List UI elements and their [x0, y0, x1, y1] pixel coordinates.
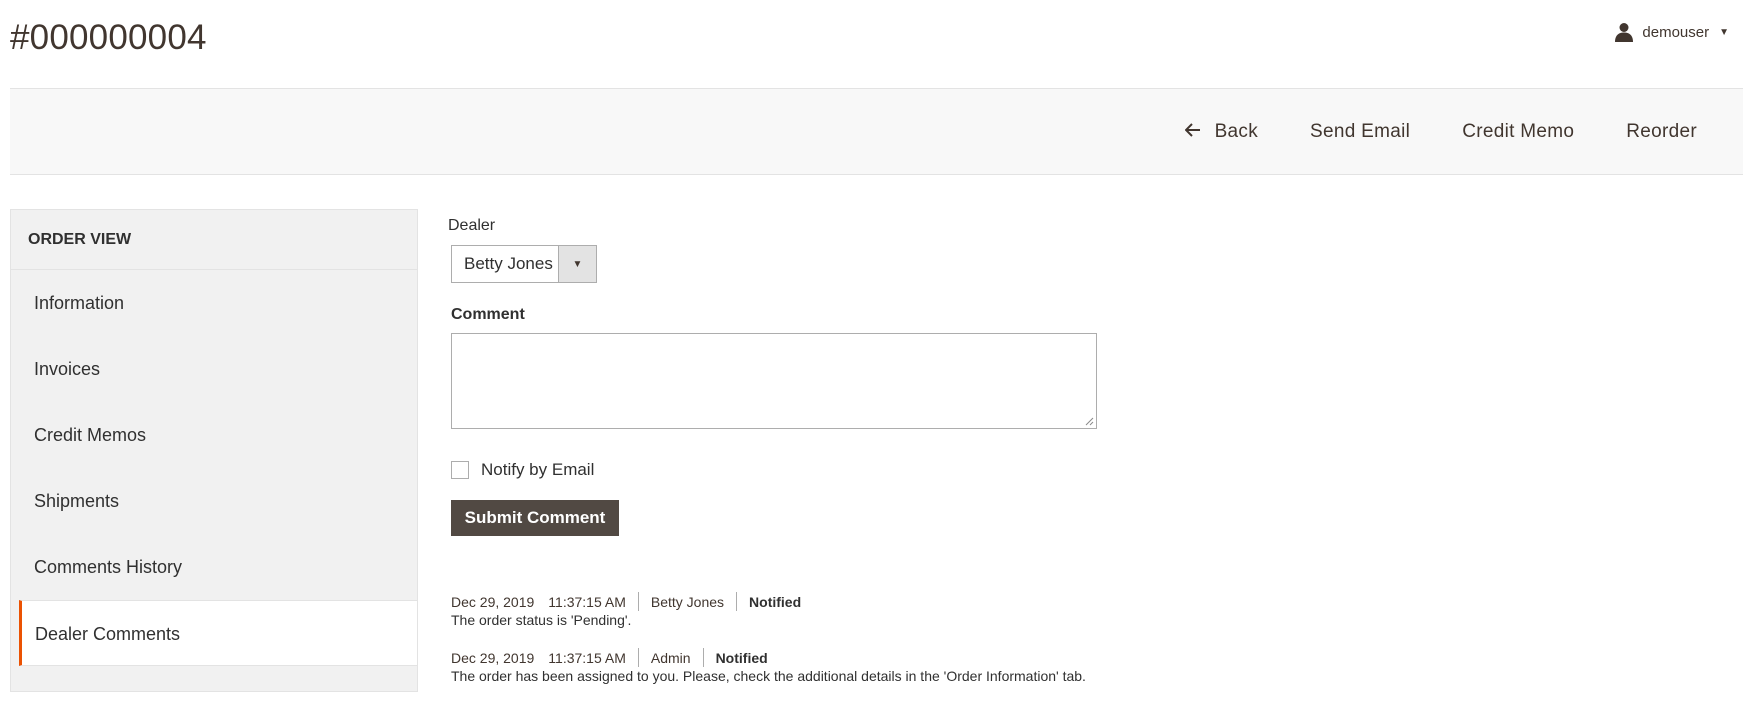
page-actions-bar: Back Send Email Credit Memo Reorder: [10, 88, 1743, 175]
send-email-button[interactable]: Send Email: [1284, 121, 1436, 143]
separator: [702, 648, 704, 667]
list-item: Dec 29, 2019 11:37:15 AM Admin Notified …: [451, 648, 1351, 685]
separator: [637, 592, 639, 611]
back-label: Back: [1214, 120, 1259, 142]
history-date: Dec 29, 2019: [451, 649, 535, 666]
history-time: 11:37:15 AM: [548, 593, 626, 610]
history-time: 11:37:15 AM: [548, 649, 626, 666]
back-button[interactable]: Back: [1159, 121, 1284, 143]
user-menu[interactable]: demouser ▼: [1614, 22, 1729, 42]
notify-label[interactable]: Notify by Email: [481, 460, 594, 480]
resize-handle-icon[interactable]: [1084, 416, 1094, 426]
dealer-label: Dealer: [448, 217, 496, 234]
reorder-button[interactable]: Reorder: [1600, 121, 1723, 143]
separator: [637, 648, 639, 667]
comments-history-list: Dec 29, 2019 11:37:15 AM Betty Jones Not…: [451, 592, 1351, 704]
sidebar-item-credit-memos[interactable]: Credit Memos: [11, 402, 417, 468]
history-status: Notified: [715, 649, 768, 666]
history-meta: Dec 29, 2019 11:37:15 AM Betty Jones Not…: [451, 592, 1351, 611]
order-view-sidebar: ORDER VIEW Information Invoices Credit M…: [10, 209, 418, 692]
separator: [736, 592, 738, 611]
sidebar-item-invoices[interactable]: Invoices: [11, 336, 417, 402]
caret-down-icon: ▼: [558, 246, 596, 282]
dealer-select[interactable]: Betty Jones ▼: [451, 245, 597, 283]
page-title: #000000004: [10, 18, 207, 57]
arrow-left-icon: [1184, 121, 1201, 143]
sidebar-item-shipments[interactable]: Shipments: [11, 468, 417, 534]
notify-by-email: Notify by Email: [451, 460, 594, 480]
dealer-select-value: Betty Jones: [464, 254, 553, 273]
sidebar-item-comments-history[interactable]: Comments History: [11, 534, 417, 600]
list-item: Dec 29, 2019 11:37:15 AM Betty Jones Not…: [451, 592, 1351, 629]
history-status: Notified: [749, 593, 802, 610]
user-icon: [1614, 22, 1634, 42]
comment-textarea[interactable]: [451, 333, 1097, 429]
submit-comment-button[interactable]: Submit Comment: [451, 500, 619, 536]
history-text: The order status is 'Pending'.: [451, 612, 632, 628]
page-actions: Back Send Email Credit Memo Reorder: [1159, 89, 1723, 174]
history-author: Admin: [650, 649, 691, 666]
sidebar-item-information[interactable]: Information: [11, 270, 417, 336]
comment-label: Comment: [451, 306, 525, 323]
credit-memo-button[interactable]: Credit Memo: [1436, 121, 1600, 143]
caret-down-icon: ▼: [1719, 26, 1729, 38]
sidebar-item-dealer-comments[interactable]: Dealer Comments: [19, 600, 417, 666]
history-text: The order has been assigned to you. Plea…: [451, 668, 1086, 684]
history-date: Dec 29, 2019: [451, 593, 535, 610]
notify-checkbox[interactable]: [451, 461, 469, 479]
history-meta: Dec 29, 2019 11:37:15 AM Admin Notified: [451, 648, 1351, 667]
history-author: Betty Jones: [650, 593, 725, 610]
user-name: demouser: [1642, 23, 1710, 41]
sidebar-title: ORDER VIEW: [11, 210, 417, 270]
